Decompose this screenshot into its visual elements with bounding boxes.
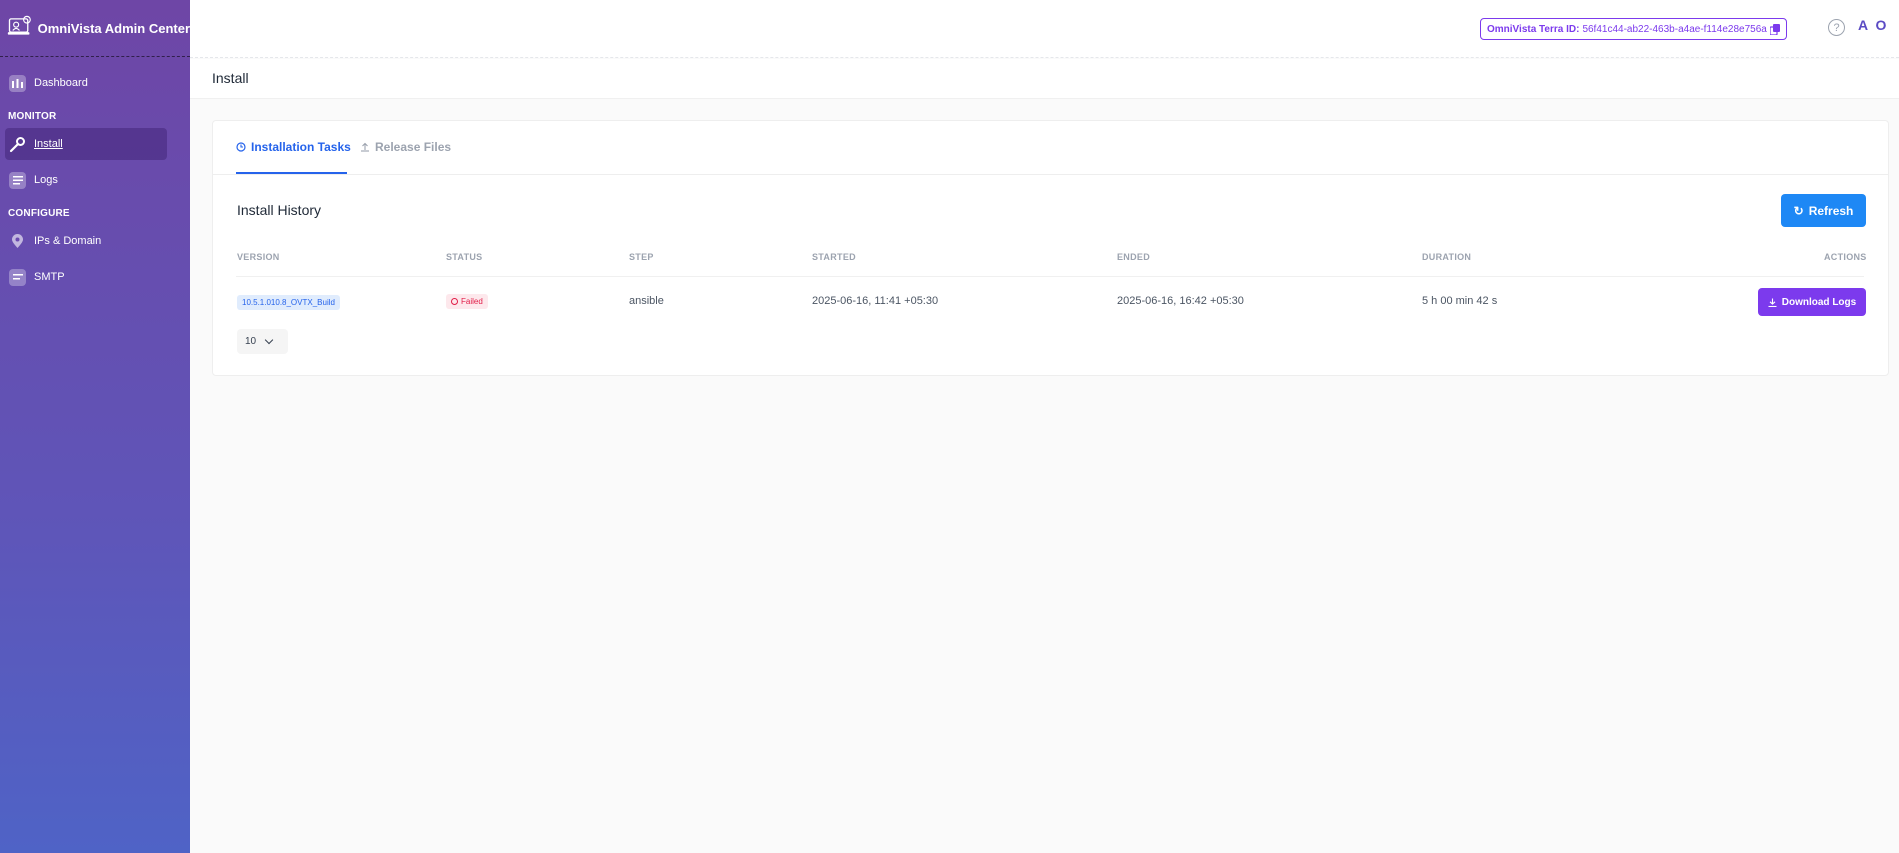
status-label: Failed xyxy=(461,297,483,306)
sidebar-item-smtp[interactable]: SMTP xyxy=(5,261,167,293)
sidebar-item-ips-domain[interactable]: IPs & Domain xyxy=(5,225,167,257)
help-icon[interactable]: ? xyxy=(1828,19,1845,36)
user-avatar[interactable]: A O xyxy=(1858,17,1888,33)
active-tab-indicator xyxy=(236,172,347,174)
page-size-value: 10 xyxy=(245,336,257,347)
download-logs-button[interactable]: Download Logs xyxy=(1758,288,1866,316)
ended-cell: 2025-06-16, 16:42 +05:30 xyxy=(1117,295,1244,307)
sidebar-item-label: Install xyxy=(34,138,63,150)
install-history-title: Install History xyxy=(237,202,322,218)
tab-installation-tasks[interactable]: Installation Tasks xyxy=(236,140,351,154)
chevron-down-icon xyxy=(264,335,274,344)
logs-icon xyxy=(9,171,26,189)
version-badge: 10.5.1.010.8_OVTX_Build xyxy=(237,295,340,310)
column-header-step[interactable]: STEP xyxy=(629,252,654,262)
wrench-icon xyxy=(9,136,26,153)
sidebar-item-label: Logs xyxy=(34,174,58,186)
error-icon xyxy=(451,298,458,305)
terra-id-badge: OmniVista Terra ID: 56f41c44-ab22-463b-a… xyxy=(1480,18,1787,40)
brand[interactable]: OmniVista Admin Center xyxy=(0,0,190,57)
terra-id-label: OmniVista Terra ID: xyxy=(1487,23,1580,35)
location-pin-icon xyxy=(9,233,26,250)
sidebar-item-install[interactable]: Install xyxy=(5,128,167,160)
column-header-version[interactable]: VERSION xyxy=(237,252,280,262)
tabs: Installation Tasks Release Files xyxy=(213,121,1888,175)
sidebar: OmniVista Admin Center Dashboard MONITOR… xyxy=(0,0,190,853)
page-size-select[interactable]: 10 xyxy=(237,329,288,354)
install-card: Installation Tasks Release Files Install… xyxy=(212,120,1889,376)
admin-logo-icon xyxy=(7,15,31,35)
download-icon xyxy=(1768,298,1777,307)
smtp-icon xyxy=(9,268,26,286)
status-badge: Failed xyxy=(446,294,488,309)
terra-id-value: 56f41c44-ab22-463b-a4ae-f114e28e756a xyxy=(1582,23,1767,35)
column-header-duration[interactable]: DURATION xyxy=(1422,252,1471,262)
sidebar-nav: Dashboard MONITOR Install Logs CONFIGURE… xyxy=(0,57,190,293)
copy-icon[interactable] xyxy=(1769,23,1780,35)
sidebar-item-label: Dashboard xyxy=(34,77,88,89)
refresh-label: Refresh xyxy=(1808,203,1854,218)
started-cell: 2025-06-16, 11:41 +05:30 xyxy=(812,295,939,307)
nav-section-monitor: MONITOR xyxy=(8,111,57,122)
sidebar-item-logs[interactable]: Logs xyxy=(5,164,167,196)
table-divider xyxy=(236,276,1864,277)
dashboard-icon xyxy=(9,74,26,92)
upload-icon xyxy=(361,142,369,152)
tab-label: Installation Tasks xyxy=(251,140,351,154)
page-title: Install xyxy=(212,70,249,86)
sidebar-item-label: IPs & Domain xyxy=(34,235,102,247)
sidebar-item-label: SMTP xyxy=(34,271,65,283)
column-header-actions: ACTIONS xyxy=(1824,252,1867,262)
refresh-icon: ↻ xyxy=(1793,203,1804,218)
tab-release-files[interactable]: Release Files xyxy=(360,140,451,154)
tab-label: Release Files xyxy=(375,140,452,154)
step-cell: ansible xyxy=(629,295,664,307)
column-header-status[interactable]: STATUS xyxy=(446,252,482,262)
sidebar-item-dashboard[interactable]: Dashboard xyxy=(5,67,167,99)
page-title-bar: Install xyxy=(190,59,1899,99)
duration-cell: 5 h 00 min 42 s xyxy=(1422,295,1498,307)
column-header-ended[interactable]: ENDED xyxy=(1117,252,1150,262)
download-logs-label: Download Logs xyxy=(1781,296,1857,308)
clock-icon xyxy=(236,142,246,152)
column-header-started[interactable]: STARTED xyxy=(812,252,856,262)
refresh-button[interactable]: ↻ Refresh xyxy=(1781,194,1866,227)
top-header: OmniVista Terra ID: 56f41c44-ab22-463b-a… xyxy=(190,0,1899,58)
brand-title: OmniVista Admin Center xyxy=(37,20,190,36)
nav-section-configure: CONFIGURE xyxy=(8,208,70,219)
